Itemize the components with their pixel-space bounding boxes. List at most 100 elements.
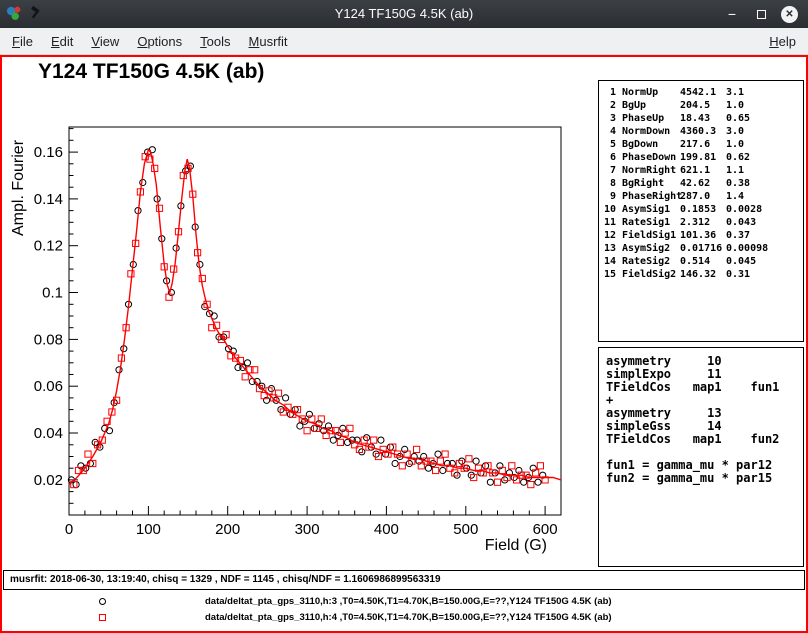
parameter-error: 0.31 — [726, 268, 803, 281]
parameter-error: 1.4 — [726, 190, 803, 203]
menu-edit[interactable]: Edit — [42, 30, 82, 53]
data-point-square — [85, 451, 91, 457]
data-point-circle — [373, 451, 379, 457]
data-point-circle — [468, 472, 474, 478]
data-point-square — [156, 205, 162, 211]
x-tick-label: 600 — [533, 521, 558, 538]
menubar-items: FileEditViewOptionsToolsMusrfit — [3, 28, 297, 54]
data-point-square — [128, 271, 134, 277]
theory-line: TFieldCos map1 fun2 — [606, 433, 803, 446]
legend-label: data/deltat_pta_gps_3110,h:3 ,T0=4.50K,T… — [205, 594, 612, 610]
data-point-circle — [440, 467, 446, 473]
x-tick-label: 400 — [374, 521, 399, 538]
data-point-circle — [311, 425, 317, 431]
window-controls: − ✕ — [723, 0, 798, 28]
data-point-circle — [340, 425, 346, 431]
y-tick-label: 0.06 — [34, 378, 63, 395]
parameter-value: 0.1853 — [680, 203, 726, 216]
minimize-button[interactable]: − — [723, 5, 741, 23]
menu-view[interactable]: View — [82, 30, 128, 53]
parameter-value: 42.62 — [680, 177, 726, 190]
data-point-square — [199, 275, 205, 281]
parameter-index: 12 — [604, 229, 616, 242]
menu-help[interactable]: Help — [760, 30, 805, 53]
maximize-button[interactable] — [752, 5, 770, 23]
fit-status-box: musrfit: 2018-06-30, 13:19:40, chisq = 1… — [3, 570, 805, 590]
menu-tools[interactable]: Tools — [191, 30, 239, 53]
menu-options[interactable]: Options — [128, 30, 191, 53]
parameter-value: 0.514 — [680, 255, 726, 268]
data-point-circle — [244, 360, 250, 366]
parameter-index: 15 — [604, 268, 616, 281]
parameter-error: 0.38 — [726, 177, 803, 190]
parameter-index: 3 — [604, 112, 616, 125]
data-point-circle — [530, 465, 536, 471]
menu-file[interactable]: File — [3, 30, 42, 53]
theory-line: TFieldCos map1 fun1 — [606, 381, 803, 394]
data-point-square — [537, 463, 543, 469]
parameter-error: 0.65 — [726, 112, 803, 125]
parameter-row: 2BgUp204.51.0 — [604, 99, 803, 112]
parameter-value: 2.312 — [680, 216, 726, 229]
data-point-square — [437, 458, 443, 464]
parameter-row: 14RateSig20.5140.045 — [604, 255, 803, 268]
parameter-name: BgRight — [622, 177, 680, 190]
data-point-circle — [483, 463, 489, 469]
root-canvas[interactable]: Y124 TF150G 4.5K (ab) 010020030040050060… — [0, 55, 808, 633]
parameter-index: 13 — [604, 242, 616, 255]
plot-svg[interactable]: 01002003004005006000.020.040.060.080.10.… — [2, 110, 597, 565]
data-point-circle — [292, 407, 298, 413]
x-tick-label: 100 — [136, 521, 161, 538]
parameter-index: 1 — [604, 86, 616, 99]
parameter-error: 3.0 — [726, 125, 803, 138]
parameter-index: 6 — [604, 151, 616, 164]
data-point-square — [399, 463, 405, 469]
parameter-row: 3PhaseUp18.430.65 — [604, 112, 803, 125]
y-tick-label: 0.04 — [34, 425, 63, 442]
parameter-row: 8BgRight42.620.38 — [604, 177, 803, 190]
y-axis: 0.020.040.060.080.10.120.140.16 — [34, 129, 78, 515]
parameter-error: 0.045 — [726, 255, 803, 268]
fit-status-text: musrfit: 2018-06-30, 13:19:40, chisq = 1… — [10, 574, 441, 585]
menu-musrfit[interactable]: Musrfit — [240, 30, 297, 53]
parameter-value: 199.81 — [680, 151, 726, 164]
menubar: FileEditViewOptionsToolsMusrfit Help — [0, 28, 808, 55]
data-point-circle — [392, 460, 398, 466]
data-point-circle — [325, 423, 331, 429]
parameter-index: 11 — [604, 216, 616, 229]
parameter-index: 10 — [604, 203, 616, 216]
legend-marker-square — [99, 614, 106, 621]
series-square — [71, 154, 549, 488]
parameter-row: 15FieldSig2146.320.31 — [604, 268, 803, 281]
parameter-name: AsymSig2 — [622, 242, 680, 255]
parameter-name: PhaseUp — [622, 112, 680, 125]
data-point-circle — [459, 458, 465, 464]
data-point-circle — [140, 179, 146, 185]
parameter-value: 621.1 — [680, 164, 726, 177]
data-point-circle — [387, 444, 393, 450]
data-point-square — [494, 479, 500, 485]
x-axis: 0100200300400500600 — [65, 506, 561, 538]
application-window: Y124 TF150G 4.5K (ab) − ✕ FileEditViewOp… — [0, 0, 808, 633]
parameter-name: BgDown — [622, 138, 680, 151]
data-point-square — [371, 437, 377, 443]
parameter-error: 1.1 — [726, 164, 803, 177]
data-point-circle — [487, 479, 493, 485]
data-point-circle — [364, 435, 370, 441]
data-point-square — [347, 425, 353, 431]
parameter-name: FieldSig1 — [622, 229, 680, 242]
parameter-name: AsymSig1 — [622, 203, 680, 216]
data-point-square — [509, 463, 515, 469]
data-point-square — [414, 446, 420, 452]
parameter-value: 0.01716 — [680, 242, 726, 255]
close-button[interactable]: ✕ — [781, 6, 798, 23]
parameter-value: 101.36 — [680, 229, 726, 242]
data-point-square — [304, 428, 310, 434]
data-point-circle — [406, 460, 412, 466]
maximize-icon — [757, 10, 766, 19]
parameter-index: 14 — [604, 255, 616, 268]
data-point-circle — [402, 446, 408, 452]
titlebar[interactable]: Y124 TF150G 4.5K (ab) − ✕ — [0, 0, 808, 28]
parameter-name: NormDown — [622, 125, 680, 138]
data-point-circle — [421, 453, 427, 459]
